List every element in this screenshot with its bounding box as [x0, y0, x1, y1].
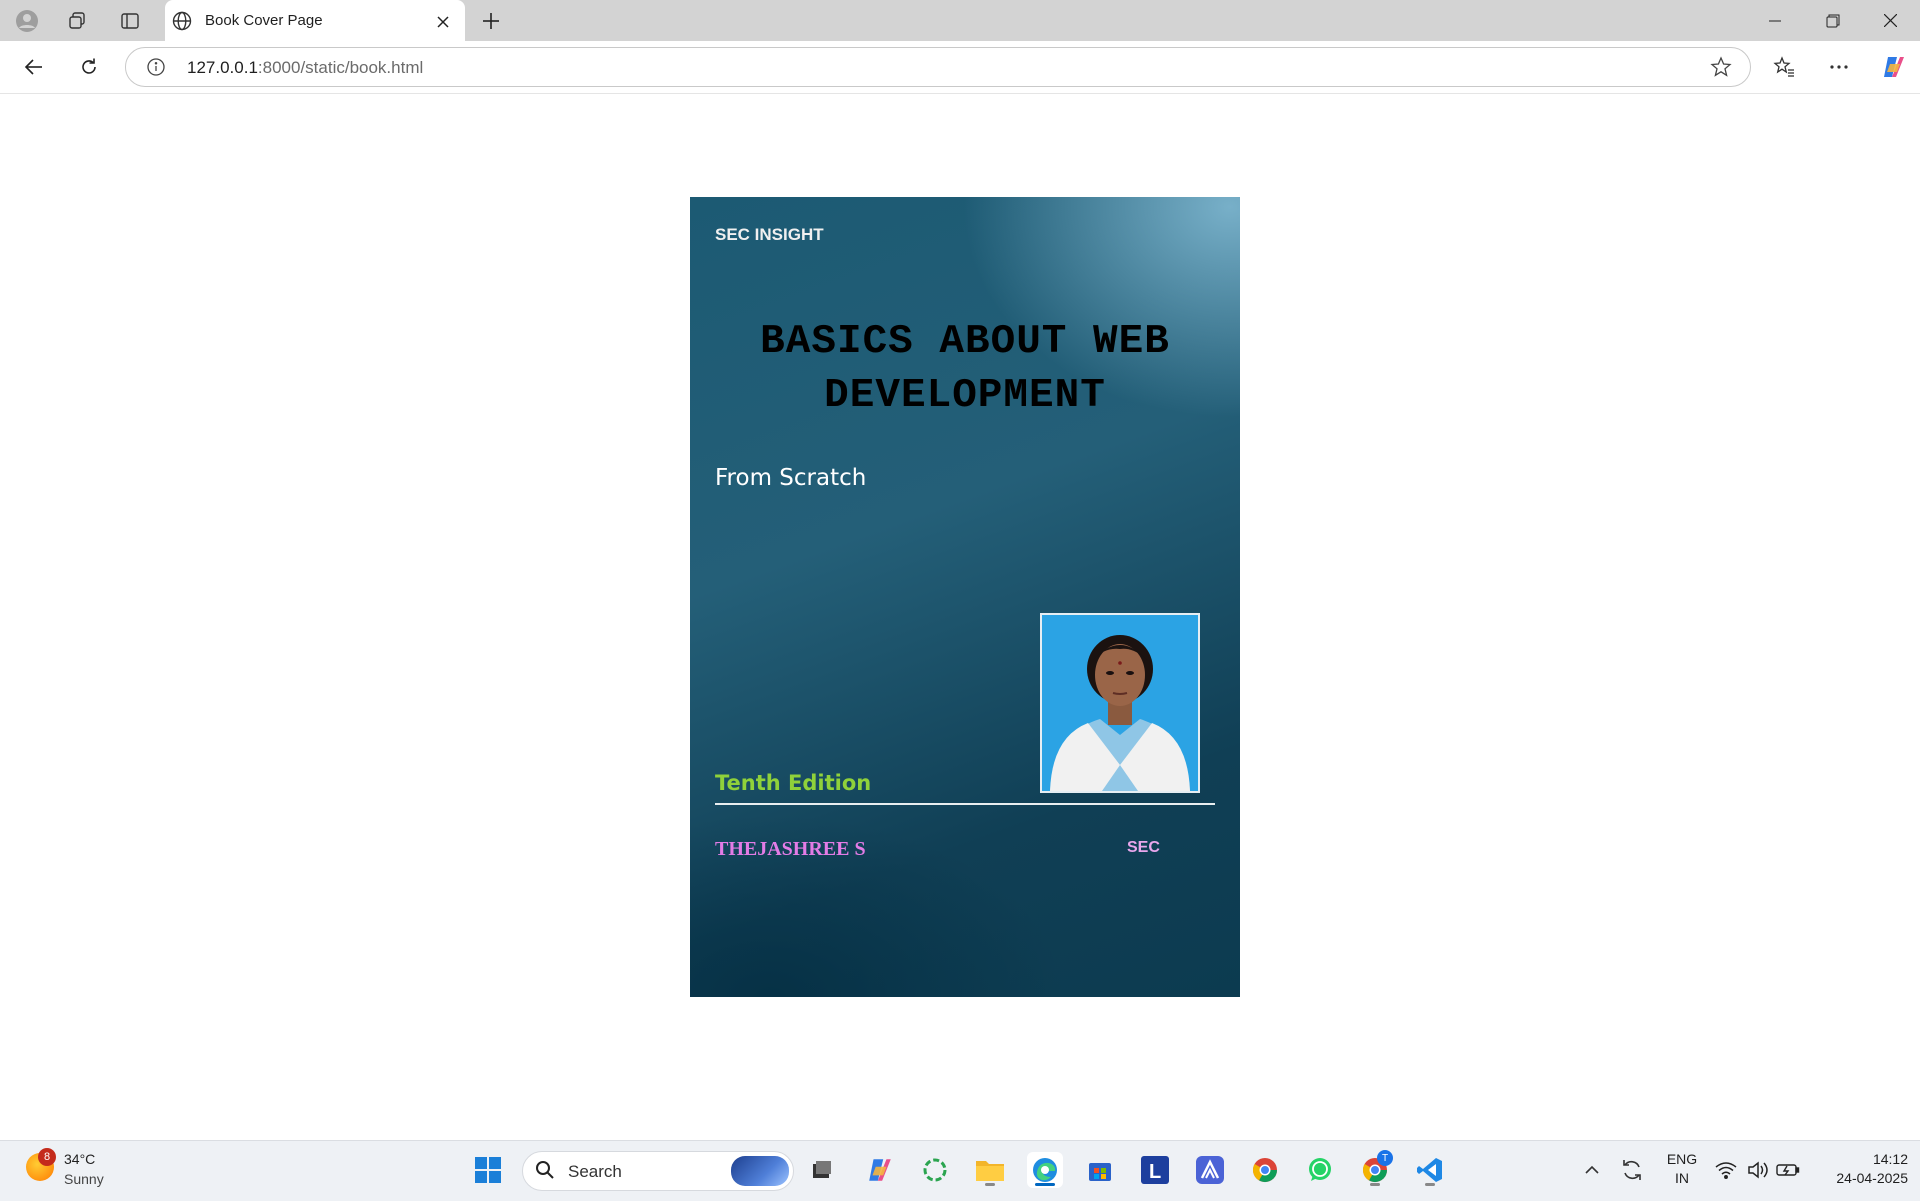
chrome-profile-icon[interactable]: T: [1357, 1150, 1393, 1188]
chevron-up-icon[interactable]: [1574, 1152, 1610, 1188]
more-icon[interactable]: [1821, 49, 1857, 85]
book-title-line-2: DEVELOPMENT: [824, 373, 1106, 419]
running-indicator: [985, 1183, 995, 1186]
cover-divider: [715, 803, 1215, 805]
wifi-icon[interactable]: [1708, 1152, 1744, 1188]
profile-icon[interactable]: [10, 6, 44, 36]
star-icon[interactable]: [1710, 56, 1732, 83]
info-icon[interactable]: [146, 57, 166, 82]
minimize-button[interactable]: [1747, 0, 1803, 41]
url-host: 127.0.0.1: [187, 58, 258, 77]
address-bar[interactable]: 127.0.0.1:8000/static/book.html: [125, 47, 1751, 87]
favorites-icon[interactable]: [1766, 49, 1802, 85]
store-icon[interactable]: [1082, 1152, 1118, 1188]
url-path: :8000/static/book.html: [257, 58, 424, 77]
author-photo: [1040, 613, 1200, 793]
language-indicator[interactable]: ENG IN: [1660, 1151, 1704, 1186]
globe-icon: [171, 10, 193, 37]
chrome-icon[interactable]: [1247, 1152, 1283, 1188]
whatsapp-icon[interactable]: [1302, 1152, 1338, 1188]
language-code: ENG: [1666, 1151, 1698, 1167]
running-indicator: [1370, 1183, 1380, 1186]
triangle-app-icon[interactable]: [1192, 1152, 1228, 1188]
edge-icon[interactable]: [1027, 1152, 1063, 1188]
chrome-badge: T: [1377, 1150, 1393, 1166]
clock-date: 24-04-2025: [1836, 1170, 1908, 1186]
running-indicator: [1425, 1183, 1435, 1186]
file-explorer-icon[interactable]: [972, 1152, 1008, 1188]
navigation-bar: 127.0.0.1:8000/static/book.html: [0, 41, 1920, 94]
weather-temperature: 34°C: [64, 1151, 96, 1167]
task-view-icon[interactable]: [804, 1152, 840, 1188]
page-viewport: SEC INSIGHT BASICS ABOUT WEB DEVELOPMENT…: [5, 94, 1915, 1134]
start-icon[interactable]: [470, 1152, 506, 1188]
workspaces-icon[interactable]: [60, 6, 94, 36]
tab-title: Book Cover Page: [205, 12, 323, 29]
restore-button[interactable]: [1805, 0, 1861, 41]
organization-name: SEC: [1127, 839, 1160, 856]
clock[interactable]: 14:12 24-04-2025: [1812, 1151, 1908, 1186]
refresh-app-icon[interactable]: [917, 1152, 953, 1188]
book-cover: SEC INSIGHT BASICS ABOUT WEB DEVELOPMENT…: [690, 197, 1240, 997]
book-title: BASICS ABOUT WEB DEVELOPMENT: [690, 315, 1240, 423]
active-indicator: [1035, 1183, 1055, 1186]
weather-widget[interactable]: 8 34°C Sunny: [0, 1141, 130, 1201]
battery-icon[interactable]: [1770, 1152, 1806, 1188]
region-code: IN: [1675, 1170, 1689, 1186]
taskbar-search[interactable]: Search: [522, 1151, 794, 1191]
svg-text:L: L: [1149, 1161, 1161, 1183]
refresh-button[interactable]: [71, 49, 107, 85]
url-text: 127.0.0.1:8000/static/book.html: [187, 58, 423, 78]
search-highlight-image: [731, 1156, 789, 1186]
book-title-line-1: BASICS ABOUT WEB: [760, 319, 1170, 365]
copilot-icon[interactable]: [1876, 49, 1912, 85]
close-window-button[interactable]: [1862, 0, 1918, 41]
weather-condition: Sunny: [64, 1171, 104, 1187]
sync-icon[interactable]: [1614, 1152, 1650, 1188]
taskbar: 8 34°C Sunny Search L T ENG IN 14:12 24-…: [0, 1140, 1920, 1201]
new-tab-button[interactable]: [475, 6, 507, 36]
active-tab[interactable]: Book Cover Page: [165, 0, 465, 42]
publisher-name: SEC INSIGHT: [715, 225, 824, 244]
book-edition: Tenth Edition: [715, 771, 872, 795]
search-icon: [535, 1160, 555, 1185]
weather-badge: 8: [38, 1148, 56, 1166]
l-app-icon[interactable]: L: [1137, 1152, 1173, 1188]
vscode-icon[interactable]: [1412, 1152, 1448, 1188]
book-subtitle: From Scratch: [715, 465, 867, 491]
search-label: Search: [568, 1162, 622, 1181]
close-tab-icon[interactable]: [431, 10, 455, 34]
clock-time: 14:12: [1872, 1151, 1908, 1167]
back-button[interactable]: [16, 49, 52, 85]
copilot-app-icon[interactable]: [862, 1152, 898, 1188]
author-name: THEJASHREE S: [715, 838, 866, 860]
tab-strip: Book Cover Page: [0, 0, 1920, 42]
tab-actions-icon[interactable]: [113, 6, 147, 36]
